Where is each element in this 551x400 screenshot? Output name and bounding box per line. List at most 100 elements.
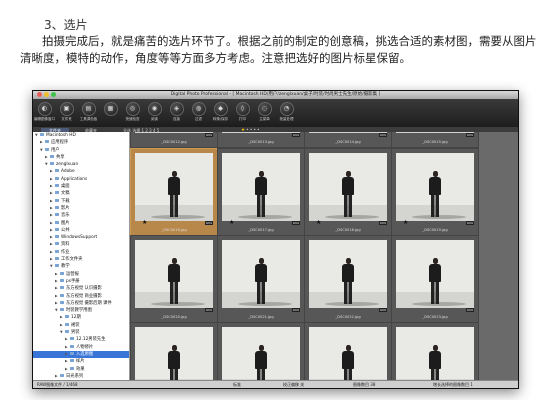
thumbnail-cell[interactable]: RAW <box>217 322 305 381</box>
toolbar-button-10[interactable]: ◌ 主菜单 <box>257 102 272 122</box>
tree-item-label: 教学 <box>61 264 70 270</box>
toolbar-button-11[interactable]: ◔ 批量处理 <box>279 102 294 122</box>
toolbar-button-6[interactable]: ◈ 连接 <box>169 102 184 122</box>
tree-item[interactable]: ▶ 资料 <box>33 241 129 248</box>
toolbar-button-3[interactable]: ▦ <box>103 102 118 117</box>
folder-icon <box>55 242 59 246</box>
tree-item[interactable]: ▶ 运营报 <box>33 271 129 278</box>
tree-item[interactable]: ▶ 影片 <box>33 205 129 212</box>
tree-item[interactable]: ▼ zenglxuan <box>33 161 129 168</box>
tree-item-label: ps手册 <box>66 278 80 284</box>
tree-item[interactable]: ▶ 下载 <box>33 198 129 205</box>
tree-item[interactable]: ▶ 东方视觉 摄影后期 课件 <box>33 300 129 307</box>
star-rating-icon[interactable]: ★ <box>316 219 321 226</box>
toolbar-button-8[interactable]: ◆ 转换/保存 <box>213 102 228 122</box>
tree-item-label: 效果 <box>76 366 85 372</box>
raw-badge-icon: RAW <box>205 308 213 312</box>
star-rating-icon[interactable]: ★ <box>229 219 234 226</box>
tree-item[interactable]: ▶ 应用程序 <box>33 139 129 146</box>
thumbnail-cell[interactable]: RAW _DSC0012.jpg <box>130 132 218 148</box>
tree-item[interactable]: ▶ Applications <box>33 176 129 183</box>
tree-item[interactable]: ▶ 工作文件夹 <box>33 256 129 263</box>
tree-item[interactable]: ▶ 桌面 <box>33 183 129 190</box>
thumbnail-image <box>222 153 300 221</box>
raw-badge-icon: RAW <box>292 133 300 137</box>
thumbnail-cell[interactable]: RAW ★ _DSC0016.jpg <box>130 148 218 236</box>
toolbar-button-9[interactable]: ◊ 打印 <box>235 102 250 122</box>
thumbnail-cell[interactable]: RAW _DSC0023.jpg <box>391 235 479 323</box>
toolbar-button-4[interactable]: ◎ 快速检查 <box>125 102 140 122</box>
thumbnail-cell[interactable]: RAW _DSC0013.jpg <box>217 132 305 148</box>
tree-item[interactable]: ▶ 图片 <box>33 220 129 227</box>
thumbnail-cell[interactable]: RAW _DSC0021.jpg <box>217 235 305 323</box>
tree-item[interactable]: ▶ 人物修片 <box>33 344 129 351</box>
tree-item-label: zenglxuan <box>56 162 79 168</box>
folder-tree[interactable]: ▼ Macintosh HD ▶ 应用程序 ▼ 用户 ▶ 共享 ▼ zenglxuan ▶ Adobe… <box>33 132 130 381</box>
thumbnail-image <box>396 240 474 308</box>
raw-badge-icon: RAW <box>466 133 474 137</box>
tree-item-label: Macintosh HD <box>46 133 76 138</box>
thumbnail-filename: _DSC0023.jpg <box>422 315 448 319</box>
thumbnail-cell[interactable]: RAW ★ _DSC0017.jpg <box>217 148 305 236</box>
thumbnail-cell[interactable]: RAW _DSC0020.jpg <box>130 235 218 323</box>
tree-item-label: 裙装 <box>71 322 80 328</box>
folder-icon <box>60 293 64 297</box>
thumbnail-grid[interactable]: RAW _DSC0012.jpg RAW _DSC0013.jpg RAW _DSC001… <box>130 132 518 381</box>
tree-item[interactable]: ▶ Adobe <box>33 168 129 175</box>
star-rating-icon[interactable]: ★ <box>142 219 147 226</box>
tree-item[interactable]: ▼ 教学 <box>33 263 129 270</box>
tree-item[interactable]: ▶ 效果 <box>33 366 129 373</box>
thumbnail-cell[interactable]: RAW _DSC0015.jpg <box>391 132 479 148</box>
tree-item[interactable]: ▶ 公共 <box>33 227 129 234</box>
thumbnail-cell[interactable]: RAW _DSC0014.jpg <box>304 132 392 148</box>
tree-item[interactable]: ▼ Macintosh HD <box>33 132 129 139</box>
folder-icon <box>55 169 59 173</box>
tool-palette-icon: ▤ <box>81 102 96 116</box>
toolbar-button-label: 阅读 <box>151 117 158 121</box>
thumbnail-cell[interactable]: RAW ★ _DSC0019.jpg <box>391 148 479 236</box>
folder-icon <box>40 133 44 136</box>
tree-item-label: 作业 <box>61 249 70 255</box>
folder-icon <box>70 344 74 348</box>
folder-icon <box>50 162 54 166</box>
thumbnail-cell[interactable]: RAW ★ _DSC0018.jpg <box>304 148 392 236</box>
thumbnail-cell[interactable]: RAW <box>391 322 479 381</box>
tree-item-label: 用户 <box>51 147 60 153</box>
folder-icon <box>65 330 69 334</box>
tree-item[interactable]: ▶ 日光系列 <box>33 373 129 380</box>
folder-icon: ▣ <box>59 102 74 116</box>
toolbar-button-2[interactable]: ▤ 工具调色板 <box>80 102 97 122</box>
tree-item-label: Applications <box>61 176 88 182</box>
tree-item[interactable]: ▶ 作业 <box>33 249 129 256</box>
folder-icon <box>60 308 64 312</box>
thumbnail-filename: _DSC0015.jpg <box>422 140 448 144</box>
thumbnail-image <box>309 240 387 308</box>
model-figure <box>340 344 356 381</box>
tree-item[interactable]: ▶ 共享 <box>33 154 129 161</box>
tree-item[interactable]: ▶ 12.12男装先生 <box>33 336 129 343</box>
tree-item[interactable]: ▶ 12期 <box>33 314 129 321</box>
toolbar-button-5[interactable]: ◉ 阅读 <box>147 102 162 122</box>
tree-item[interactable]: ▶ ps手册 <box>33 278 129 285</box>
thumbnail-cell[interactable]: RAW <box>304 322 392 381</box>
thumbnail-cell[interactable]: RAW _DSC0022.jpg <box>304 235 392 323</box>
tree-item[interactable]: ▶ 样片 <box>33 358 129 365</box>
folder-icon <box>55 191 59 195</box>
tree-item[interactable]: ▶ 东方视觉 商业摄影 <box>33 293 129 300</box>
toolbar-button-7[interactable]: ◍ 过滤 <box>191 102 206 122</box>
toolbar-button-1[interactable]: ▣ 文件夹 <box>59 102 74 122</box>
tree-item-label: 东方视觉 认识摄影 <box>66 286 102 292</box>
star-rating-icon[interactable]: ★ <box>403 219 408 226</box>
tree-item[interactable]: ▶ 东方视觉 认识摄影 <box>33 285 129 292</box>
tree-item-label: 入选原图 <box>76 351 94 357</box>
tree-item[interactable]: ▶ 音乐 <box>33 212 129 219</box>
tree-item[interactable]: ▶ 入选原图 <box>33 350 129 359</box>
thumbnail-cell[interactable]: RAW <box>130 322 218 381</box>
tree-item[interactable]: ▶ 文稿 <box>33 190 129 197</box>
toolbar-button-0[interactable]: ◐ 编辑图像窗口 <box>34 102 55 122</box>
tree-item[interactable]: ▼ 用户 <box>33 147 129 154</box>
tree-item[interactable]: ▼ 男装 <box>33 329 129 336</box>
tree-item[interactable]: ▶ 裙装 <box>33 322 129 329</box>
tree-item[interactable]: ▶ WindowsSupport <box>33 234 129 241</box>
tree-item[interactable]: ▼ 时装教学用图 <box>33 307 129 314</box>
